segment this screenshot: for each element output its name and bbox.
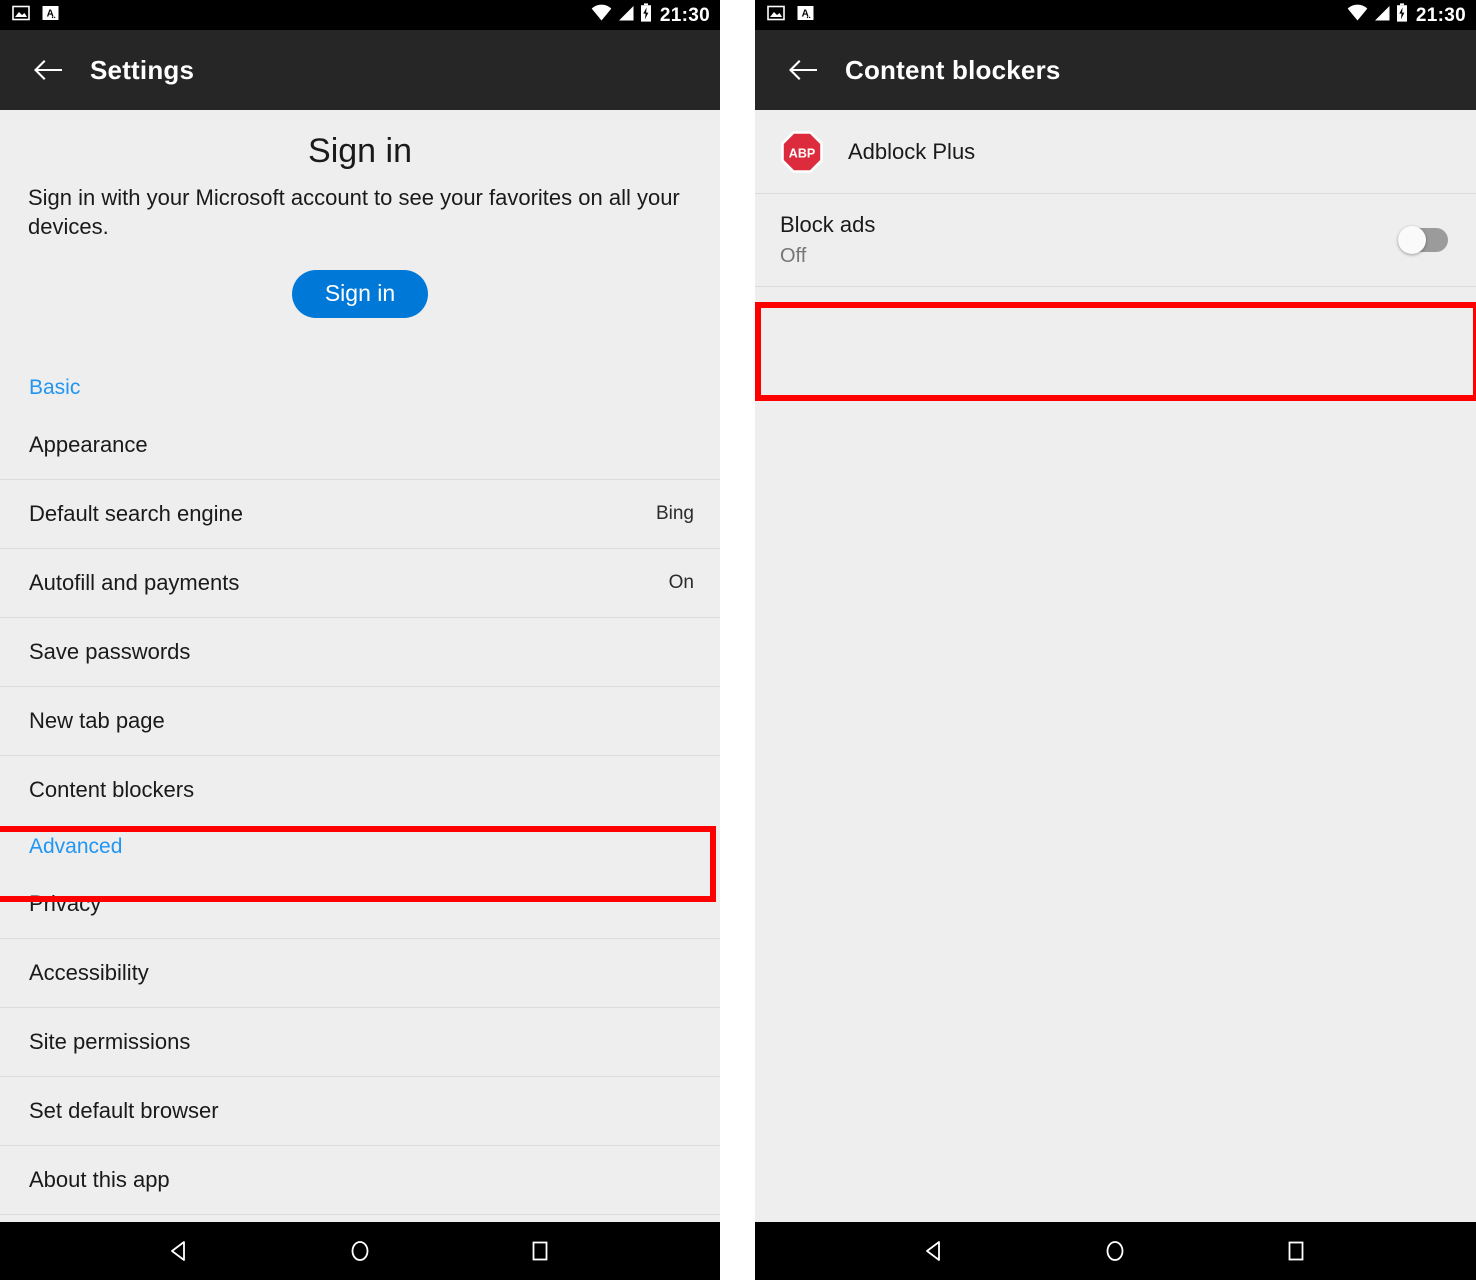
signin-heading: Sign in: [308, 132, 412, 170]
nav-home-icon[interactable]: [347, 1238, 373, 1264]
cellular-signal-icon: [617, 4, 635, 27]
signin-button-wrapper: Sign in: [28, 269, 692, 318]
page-title: Settings: [90, 54, 195, 85]
signin-description: Sign in with your Microsoft account to s…: [28, 184, 680, 239]
row-label: Autofill and payments: [29, 569, 240, 595]
setting-row-block-ads[interactable]: Block ads Off: [755, 194, 1476, 286]
right-navigation-bar: [755, 1222, 1476, 1280]
settings-row-save-passwords[interactable]: Save passwords: [0, 617, 720, 686]
row-label: Appearance: [29, 431, 148, 457]
row-label: Save passwords: [29, 638, 191, 664]
svg-text:ABP: ABP: [789, 146, 815, 160]
adblock-plus-icon: ABP: [780, 130, 824, 174]
row-label: Site permissions: [29, 1028, 191, 1054]
extension-row-adblock-plus[interactable]: ABP Adblock Plus: [755, 110, 1476, 193]
status-bar-clock: 21:30: [659, 4, 710, 26]
status-bar-right-icons: 21:30: [1347, 3, 1466, 27]
row-label: Privacy: [29, 890, 102, 916]
row-label: Content blockers: [29, 776, 195, 802]
highlight-box-block-ads: [755, 302, 1476, 401]
setting-state: Off: [780, 245, 807, 267]
image-icon: [767, 4, 785, 27]
settings-row-default-search-engine[interactable]: Default search engine Bing: [0, 479, 720, 548]
row-label: Default search engine: [29, 500, 244, 526]
right-toolbar: Content blockers: [755, 30, 1476, 110]
right-content: ABP Adblock Plus Block ads Off: [755, 110, 1476, 1222]
row-value: Bing: [655, 502, 694, 524]
left-phone-screen: A 21:30 Settings Sign in Sign in with yo…: [0, 0, 720, 1280]
settings-row-new-tab-page[interactable]: New tab page: [0, 686, 720, 755]
battery-charging-icon: [1396, 3, 1408, 27]
settings-row-autofill-and-payments[interactable]: Autofill and payments On: [0, 548, 720, 617]
status-bar: A 21:30: [755, 0, 1476, 30]
setting-label: Block ads: [780, 212, 876, 237]
toggle-knob: [1398, 226, 1426, 254]
settings-row-appearance[interactable]: Appearance: [0, 410, 720, 479]
status-bar-clock: 21:30: [1415, 4, 1466, 26]
block-ads-toggle[interactable]: [1398, 226, 1448, 254]
row-label: Set default browser: [29, 1097, 219, 1123]
panel-gap: [720, 0, 755, 1280]
back-arrow-icon[interactable]: [34, 58, 62, 82]
wifi-icon: [1347, 4, 1368, 27]
status-bar-left-icons: A: [767, 4, 814, 27]
status-bar-left-icons: A: [12, 4, 59, 27]
settings-row-privacy[interactable]: Privacy: [0, 869, 720, 938]
input-method-icon: A: [797, 4, 814, 27]
status-bar-right-icons: 21:30: [591, 3, 710, 27]
input-method-icon: A: [42, 4, 59, 27]
status-bar: A 21:30: [0, 0, 720, 30]
list-tail-spacer: [0, 1214, 720, 1222]
dual-screenshot-container: A 21:30 Settings Sign in Sign in with yo…: [0, 0, 1476, 1280]
row-value: On: [668, 571, 694, 593]
signin-section: Sign in Sign in with your Microsoft acco…: [0, 110, 720, 318]
settings-row-about-this-app[interactable]: About this app: [0, 1145, 720, 1214]
nav-back-icon[interactable]: [167, 1238, 193, 1264]
section-header-basic: Basic: [29, 375, 81, 399]
settings-row-set-default-browser[interactable]: Set default browser: [0, 1076, 720, 1145]
nav-recents-icon[interactable]: [1283, 1238, 1309, 1264]
nav-home-icon[interactable]: [1102, 1238, 1128, 1264]
back-arrow-icon[interactable]: [789, 58, 817, 82]
cellular-signal-icon: [1373, 4, 1391, 27]
row-label: About this app: [29, 1166, 170, 1192]
row-label: New tab page: [29, 707, 165, 733]
extension-name: Adblock Plus: [848, 138, 976, 164]
row-label: Accessibility: [29, 959, 149, 985]
right-phone-screen: A 21:30 Content blockers ABP Adblock Plu…: [755, 0, 1476, 1280]
setting-texts: Block ads Off: [780, 212, 876, 267]
settings-row-site-permissions[interactable]: Site permissions: [0, 1007, 720, 1076]
image-icon: [12, 4, 30, 27]
page-title: Content blockers: [845, 54, 1061, 85]
nav-back-icon[interactable]: [922, 1238, 948, 1264]
section-header-advanced: Advanced: [29, 834, 123, 858]
left-navigation-bar: [0, 1222, 720, 1280]
nav-recents-icon[interactable]: [527, 1238, 553, 1264]
settings-row-accessibility[interactable]: Accessibility: [0, 938, 720, 1007]
settings-row-content-blockers[interactable]: Content blockers: [0, 755, 720, 824]
divider: [755, 286, 1476, 287]
left-content: Sign in Sign in with your Microsoft acco…: [0, 110, 720, 1222]
wifi-icon: [591, 4, 612, 27]
battery-charging-icon: [640, 3, 652, 27]
sign-in-button[interactable]: Sign in: [291, 269, 429, 318]
left-toolbar: Settings: [0, 30, 720, 110]
